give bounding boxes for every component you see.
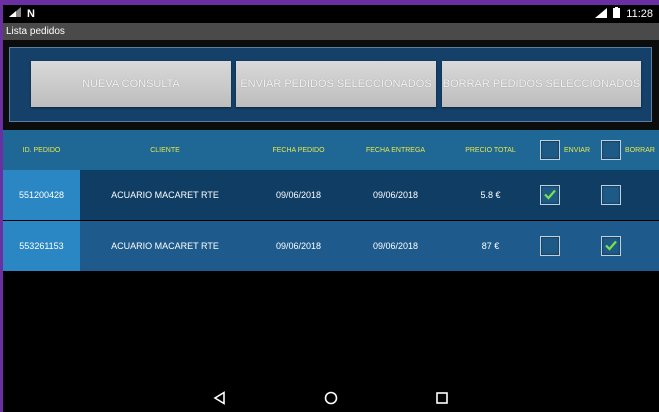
header-delivery-date: FECHA ENTREGA: [365, 146, 426, 154]
select-all-delete-checkbox[interactable]: [601, 140, 621, 160]
status-bar: N 11:28: [3, 5, 659, 23]
delete-checkbox[interactable]: [601, 185, 621, 205]
table-header: ID. PEDIDO CLIENTE FECHA PEDIDO FECHA EN…: [3, 130, 659, 170]
page-title: Lista pedidos: [3, 23, 659, 40]
home-icon[interactable]: [324, 391, 338, 410]
total-price: 87 €: [481, 241, 500, 251]
order-date: 09/06/2018: [275, 241, 322, 251]
delivery-date: 09/06/2018: [372, 190, 419, 200]
battery-icon: [613, 7, 621, 21]
header-delete: BORRAR: [625, 146, 655, 154]
send-checkbox[interactable]: [540, 236, 560, 256]
carrier-icon: N: [27, 7, 35, 20]
client-name: ACUARIO MACARET RTE: [111, 190, 219, 200]
header-id: ID. PEDIDO: [22, 146, 61, 154]
header-client: CLIENTE: [150, 146, 180, 154]
navigation-bar: [3, 385, 659, 412]
new-query-button[interactable]: NUEVA CONSULTA: [31, 61, 231, 107]
network-icon: [595, 7, 608, 21]
checkmark-icon: [543, 187, 557, 203]
order-id: 551200428: [3, 170, 80, 220]
delete-selected-button[interactable]: BORRAR PEDIDOS SELECCIONADOS: [442, 61, 641, 107]
select-all-send-checkbox[interactable]: [540, 140, 560, 160]
total-price: 5.8 €: [480, 190, 501, 200]
send-selected-button[interactable]: ENVIAR PEDIDOS SELECCIONADOS: [236, 61, 436, 107]
delivery-date: 09/06/2018: [372, 241, 419, 251]
header-send: ENVIAR: [563, 146, 591, 154]
table-row[interactable]: 553261153 ACUARIO MACARET RTE 09/06/2018…: [3, 221, 659, 271]
clock: 11:28: [626, 8, 653, 20]
client-name: ACUARIO MACARET RTE: [111, 241, 219, 251]
table-row[interactable]: 551200428 ACUARIO MACARET RTE 09/06/2018…: [3, 170, 659, 220]
header-order-date: FECHA PEDIDO: [272, 146, 325, 154]
back-icon[interactable]: [213, 391, 227, 410]
signal-icon: [9, 7, 21, 20]
order-id: 553261153: [3, 221, 80, 271]
checkmark-icon: [604, 238, 618, 254]
delete-checkbox[interactable]: [601, 236, 621, 256]
order-date: 09/06/2018: [275, 190, 322, 200]
send-checkbox[interactable]: [540, 185, 560, 205]
header-total: PRECIO TOTAL: [465, 146, 516, 154]
recents-icon[interactable]: [435, 391, 449, 410]
